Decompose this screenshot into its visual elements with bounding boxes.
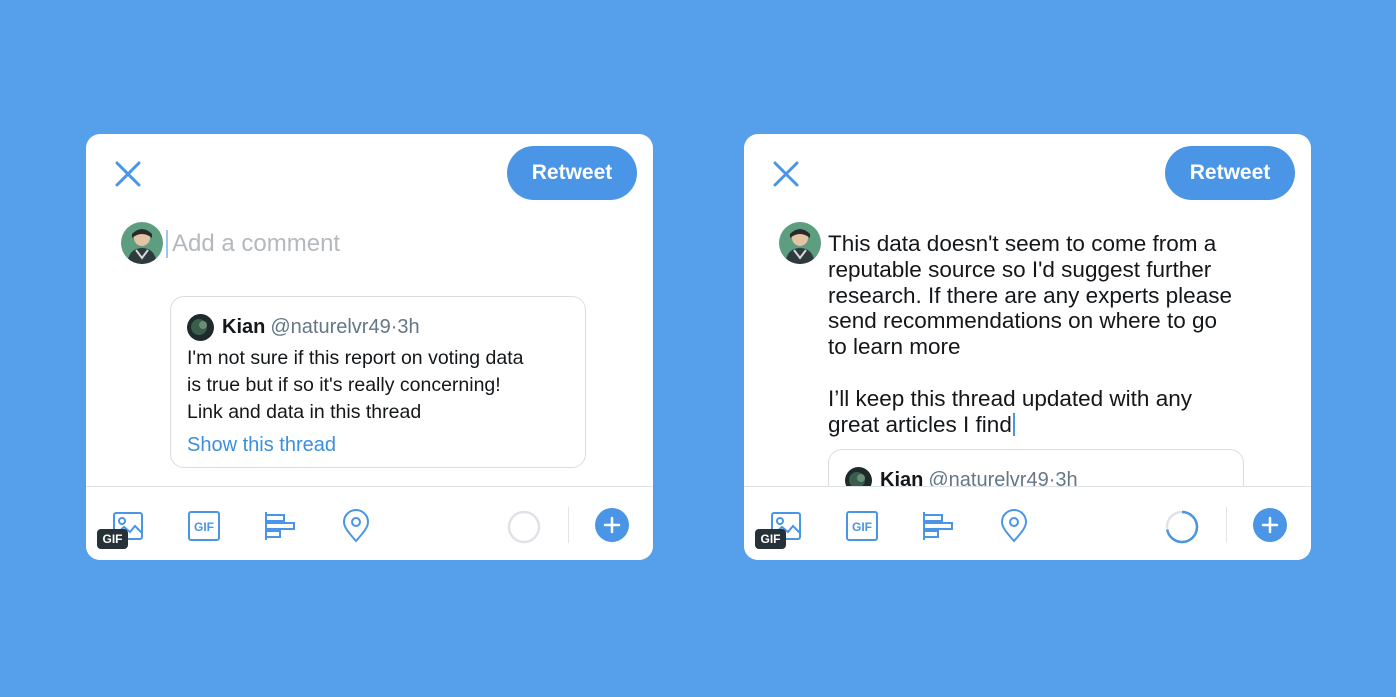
avatar	[779, 222, 821, 264]
close-icon[interactable]	[114, 160, 142, 188]
poll-icon[interactable]	[263, 509, 297, 543]
retweet-button[interactable]: Retweet	[507, 146, 637, 200]
location-icon[interactable]	[997, 509, 1031, 543]
text-caret	[1012, 412, 1015, 436]
comment-paragraph-2: I’ll keep this thread updated with any g…	[828, 385, 1192, 437]
separator-dot: ·	[390, 315, 398, 338]
toolbar-divider	[1226, 507, 1227, 543]
comment-paragraph-1: This data doesn't seem to come from a re…	[828, 231, 1232, 360]
quoted-tweet-text: I'm not sure if this report on voting da…	[187, 347, 524, 423]
add-tweet-button[interactable]	[595, 508, 629, 542]
poll-icon[interactable]	[921, 509, 955, 543]
quoted-tweet[interactable]: Kian @naturelvr49 · 3h I'm not sure if t…	[170, 296, 586, 468]
retweet-button[interactable]: Retweet	[1165, 146, 1295, 200]
gif-icon[interactable]: GIF	[845, 509, 879, 543]
character-count-ring	[507, 510, 541, 544]
quoted-author-name: Kian	[222, 315, 266, 338]
show-thread-link[interactable]: Show this thread	[187, 434, 336, 457]
add-tweet-button[interactable]	[1253, 508, 1287, 542]
gif-badge: GIF	[755, 529, 786, 549]
avatar	[121, 222, 163, 264]
quoted-author-handle: @naturelvr49	[270, 315, 391, 338]
gif-icon[interactable]: GIF	[187, 509, 221, 543]
toolbar-divider	[568, 507, 569, 543]
svg-text:GIF: GIF	[852, 520, 872, 534]
comment-paragraph-2-wrap: I’ll keep this thread updated with any g…	[828, 386, 1278, 438]
svg-text:GIF: GIF	[194, 520, 214, 534]
character-count-ring	[1165, 510, 1199, 544]
gif-badge: GIF	[97, 529, 128, 549]
close-icon[interactable]	[772, 160, 800, 188]
retweet-compose-card-filled: Retweet This data doesn't seem to come f…	[744, 134, 1311, 560]
retweet-compose-card-empty: Retweet Add a comment Kian @naturelvr49 …	[86, 134, 653, 560]
quoted-avatar	[187, 313, 214, 341]
quoted-tweet-header: Kian @naturelvr49 · 3h	[187, 313, 420, 341]
comment-input[interactable]: Add a comment	[166, 230, 340, 258]
compose-toolbar: GIF GIF	[86, 486, 653, 560]
comment-input[interactable]: This data doesn't seem to come from a re…	[828, 231, 1278, 437]
location-icon[interactable]	[339, 509, 373, 543]
quoted-timestamp: 3h	[397, 315, 420, 338]
compose-toolbar: GIF GIF	[744, 486, 1311, 560]
